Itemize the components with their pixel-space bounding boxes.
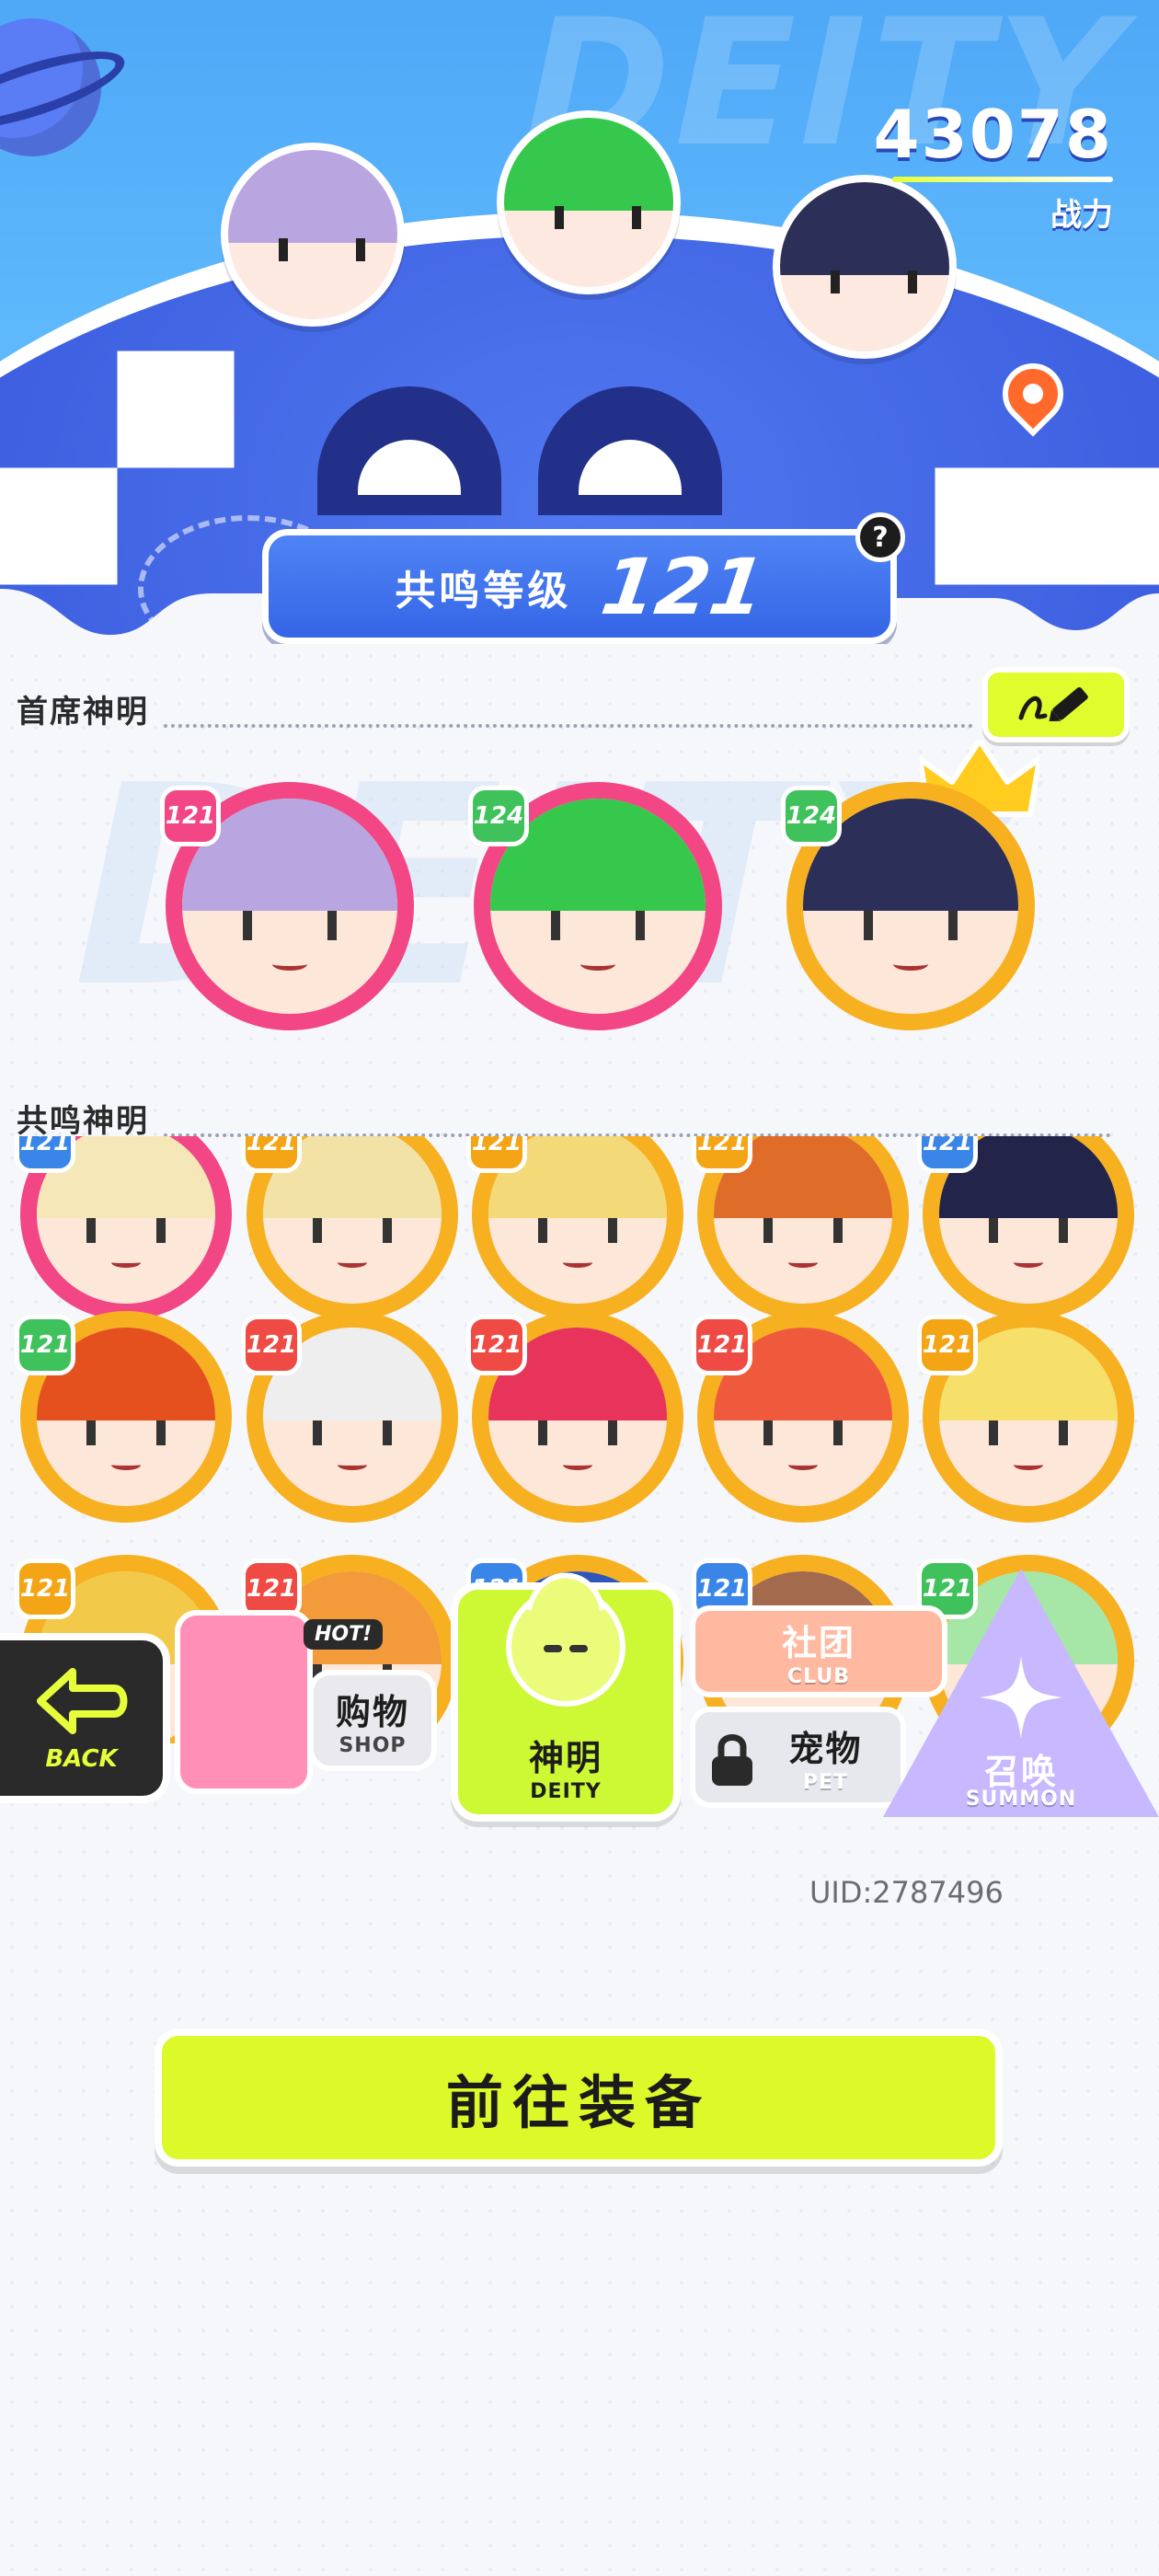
- pencil-icon: [1018, 686, 1088, 721]
- deity-label-en: DEITY: [530, 1780, 602, 1803]
- deity-nav-button[interactable]: 神明 DEITY: [451, 1555, 681, 1822]
- deity-mouth: [580, 958, 615, 972]
- level-badge: 121: [917, 1315, 978, 1375]
- resonance-level-label: 共鸣等级: [395, 567, 572, 615]
- deity-eyes: [242, 910, 338, 941]
- shop-label-en: SHOP: [339, 1734, 407, 1757]
- deity-eyes: [763, 1217, 843, 1244]
- chief-section-title: 首席神明: [17, 693, 149, 730]
- deity-mouth: [1014, 1258, 1043, 1269]
- pet-label-en: PET: [802, 1771, 849, 1794]
- summon-nav-button[interactable]: 召唤 SUMMON: [883, 1569, 1159, 1831]
- level-badge: 121: [15, 1136, 75, 1173]
- deity-eyes: [313, 1420, 392, 1446]
- deity-eyes: [313, 1217, 392, 1244]
- combat-power-underline: [892, 177, 1113, 182]
- deity-mouth: [338, 1460, 367, 1471]
- deity-label-group: 神明 DEITY: [451, 1730, 681, 1803]
- deity-mouth: [788, 1258, 818, 1269]
- level-badge: 121: [15, 1558, 75, 1619]
- combat-power: 43078 战力: [873, 96, 1113, 235]
- level-badge: 121: [241, 1136, 302, 1173]
- shop-label: 购物: [335, 1692, 409, 1732]
- deity-mouth: [788, 1460, 818, 1471]
- deity-mascot-icon: [506, 1572, 625, 1707]
- deity-eyes: [550, 910, 646, 941]
- level-badge: 121: [466, 1136, 527, 1173]
- level-badge: 121: [15, 1315, 75, 1375]
- deity-mouth: [111, 1258, 141, 1269]
- header-banner: DEITY 43078 战力 共鸣等级 121 ?: [0, 0, 1159, 644]
- deity-mouth: [893, 958, 928, 972]
- level-badge: 121: [466, 1315, 527, 1375]
- resonance-level-value: 121: [596, 541, 771, 632]
- user-id: UID:2787496: [809, 1875, 1004, 1910]
- shop-label-card: 购物 SHOP: [308, 1670, 437, 1771]
- back-arrow-icon: [36, 1667, 127, 1734]
- deity-mouth: [563, 1460, 592, 1471]
- go-to-equipment-button[interactable]: 前往装备: [155, 2029, 1003, 2167]
- level-badge: 121: [692, 1315, 752, 1375]
- deity-eyes: [538, 1217, 617, 1244]
- club-label-en: CLUB: [786, 1665, 850, 1688]
- summon-label: 召唤: [983, 1752, 1058, 1792]
- sparkle-icon: [980, 1656, 1062, 1739]
- resonance-section-header: 共鸣神明: [17, 1095, 1111, 1141]
- deity-mouth: [272, 958, 307, 972]
- chief-chibi-1[interactable]: [221, 143, 405, 327]
- deity-eyes: [538, 1420, 617, 1446]
- pet-nav-button[interactable]: 宠物 PET: [690, 1707, 906, 1808]
- shop-nav-button[interactable]: HOT! 购物 SHOP: [175, 1582, 442, 1812]
- deity-label: 神明: [528, 1738, 602, 1778]
- lock-icon: [712, 1734, 752, 1786]
- deity-mouth: [111, 1460, 141, 1471]
- hot-badge: HOT!: [304, 1619, 384, 1650]
- deity-mouth: [338, 1258, 367, 1269]
- deity-eyes: [989, 1420, 1068, 1446]
- combat-power-label: 战力: [1050, 197, 1113, 234]
- level-badge: 121: [692, 1136, 752, 1173]
- resonance-level-banner: 共鸣等级 121: [262, 529, 897, 644]
- deity-mouth: [563, 1258, 592, 1269]
- summon-label-en: SUMMON: [965, 1788, 1077, 1811]
- club-label: 社团: [781, 1623, 855, 1663]
- level-badge: 124: [781, 786, 842, 846]
- back-button[interactable]: BACK: [0, 1633, 170, 1803]
- level-badge: 121: [241, 1315, 302, 1375]
- chief-chibi-2[interactable]: [497, 110, 681, 294]
- edit-chief-button[interactable]: [982, 667, 1130, 742]
- deity-eyes: [863, 910, 958, 941]
- vending-machine-icon: [175, 1610, 313, 1794]
- chief-section-header: 首席神明: [17, 685, 973, 731]
- pet-label: 宠物: [788, 1729, 863, 1769]
- deity-mouth: [1014, 1460, 1043, 1471]
- deity-eyes: [763, 1420, 843, 1446]
- level-badge: 124: [468, 786, 529, 846]
- deity-eyes: [989, 1217, 1068, 1244]
- combat-power-value: 43078: [873, 96, 1113, 173]
- dotted-divider: [164, 724, 973, 728]
- deity-eyes: [86, 1420, 166, 1446]
- level-badge: 121: [917, 1136, 978, 1173]
- help-icon[interactable]: ?: [855, 512, 905, 562]
- resonance-section-title: 共鸣神明: [17, 1102, 149, 1140]
- deity-eyes: [86, 1217, 166, 1244]
- level-badge: 121: [160, 786, 221, 846]
- back-label: BACK: [45, 1744, 118, 1773]
